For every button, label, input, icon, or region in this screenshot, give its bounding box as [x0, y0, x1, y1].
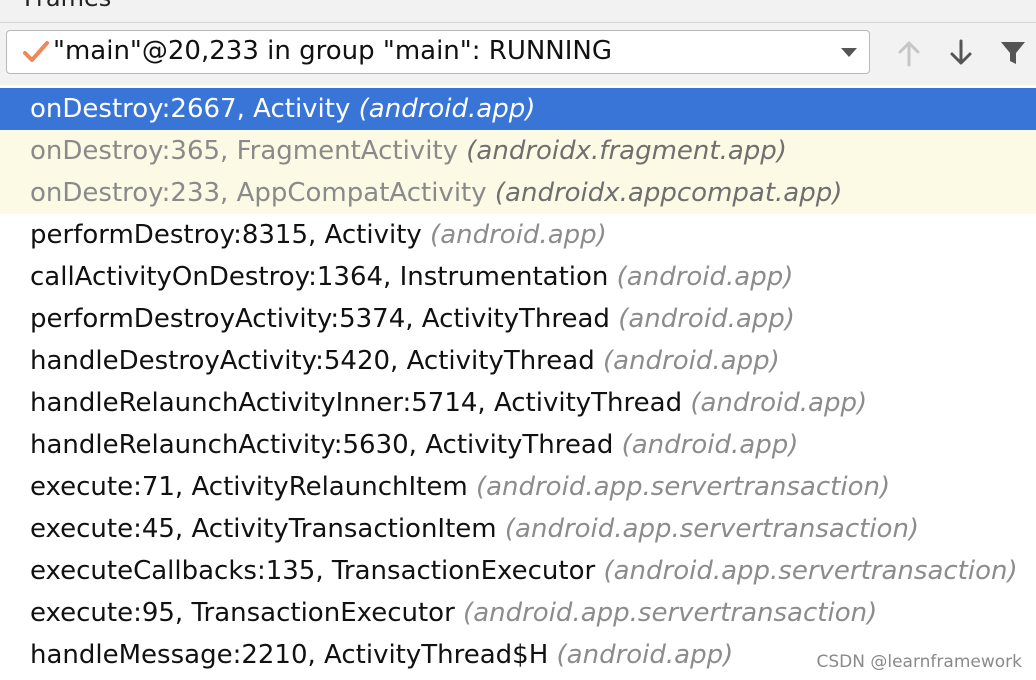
frame-method: executeCallbacks:135, TransactionExecuto… [30, 556, 596, 586]
frame-method: handleDestroyActivity:5420, ActivityThre… [30, 346, 595, 376]
chevron-down-icon[interactable] [841, 48, 857, 57]
frame-method: handleMessage:2210, ActivityThread$H [30, 640, 549, 670]
frame-package: (android.app) [621, 430, 799, 460]
frame-package: (android.app.servertransaction) [504, 514, 920, 544]
frame-package: (android.app) [616, 262, 794, 292]
panel-title: Frames [24, 0, 111, 12]
frame-method: performDestroyActivity:5374, ActivityThr… [30, 304, 610, 334]
previous-frame-button[interactable] [894, 37, 924, 69]
frame-method: onDestroy:2667, Activity [30, 94, 351, 124]
frame-row[interactable]: callActivityOnDestroy:1364, Instrumentat… [0, 256, 1036, 298]
frame-package: (android.app) [358, 94, 536, 124]
frame-row[interactable]: execute:71, ActivityRelaunchItem (androi… [0, 466, 1036, 508]
frames-list: onDestroy:2667, Activity (android.app) on… [0, 88, 1036, 676]
frame-row[interactable]: execute:95, TransactionExecutor (android… [0, 592, 1036, 634]
frame-row[interactable]: onDestroy:2667, Activity (android.app) [0, 88, 1036, 130]
frame-row[interactable]: handleDestroyActivity:5420, ActivityThre… [0, 340, 1036, 382]
frame-package: (androidx.appcompat.app) [494, 178, 843, 208]
frame-row[interactable]: onDestroy:365, FragmentActivity (android… [0, 130, 1036, 172]
frame-method: onDestroy:365, FragmentActivity [30, 136, 458, 166]
frame-method: execute:45, ActivityTransactionItem [30, 514, 497, 544]
frame-package: (android.app) [430, 220, 607, 250]
check-icon [23, 41, 49, 62]
frame-package: (android.app.servertransaction) [603, 556, 1018, 586]
frame-row[interactable]: executeCallbacks:135, TransactionExecuto… [0, 550, 1036, 592]
frame-package: (android.app) [690, 388, 868, 418]
frame-row[interactable]: performDestroy:8315, Activity (android.a… [0, 214, 1036, 256]
frame-method: execute:95, TransactionExecutor [30, 598, 455, 628]
frame-method: callActivityOnDestroy:1364, Instrumentat… [30, 262, 609, 292]
frame-method: execute:71, ActivityRelaunchItem [30, 472, 468, 502]
frame-package: (android.app) [618, 304, 795, 334]
frames-toolbar: "main"@20,233 in group "main": RUNNING [0, 23, 1036, 85]
filter-button[interactable] [998, 37, 1028, 69]
frame-package: (android.app) [603, 346, 780, 376]
frame-method: performDestroy:8315, Activity [30, 220, 422, 250]
frame-method: handleRelaunchActivity:5630, ActivityThr… [30, 430, 614, 460]
frames-panel-header: Frames [0, 0, 1036, 23]
watermark: CSDN @learnframework [816, 652, 1023, 672]
frame-package: (android.app) [556, 640, 734, 670]
frame-row[interactable]: performDestroyActivity:5374, ActivityThr… [0, 298, 1036, 340]
frame-method: onDestroy:233, AppCompatActivity [30, 178, 487, 208]
thread-selector[interactable]: "main"@20,233 in group "main": RUNNING [6, 30, 870, 74]
frame-row[interactable]: handleRelaunchActivity:5630, ActivityThr… [0, 424, 1036, 466]
arrow-up-icon [898, 41, 920, 67]
filter-icon [1001, 42, 1025, 64]
frame-method: handleRelaunchActivityInner:5714, Activi… [30, 388, 683, 418]
frame-row[interactable]: execute:45, ActivityTransactionItem (and… [0, 508, 1036, 550]
arrow-down-icon [950, 39, 972, 65]
thread-selector-value: "main"@20,233 in group "main": RUNNING [53, 36, 613, 66]
frame-package: (androidx.fragment.app) [466, 136, 787, 166]
frame-package: (android.app.servertransaction) [475, 472, 891, 502]
frame-row[interactable]: onDestroy:233, AppCompatActivity (androi… [0, 172, 1036, 214]
frame-package: (android.app.servertransaction) [463, 598, 878, 628]
frame-row[interactable]: handleRelaunchActivityInner:5714, Activi… [0, 382, 1036, 424]
next-frame-button[interactable] [946, 37, 976, 69]
